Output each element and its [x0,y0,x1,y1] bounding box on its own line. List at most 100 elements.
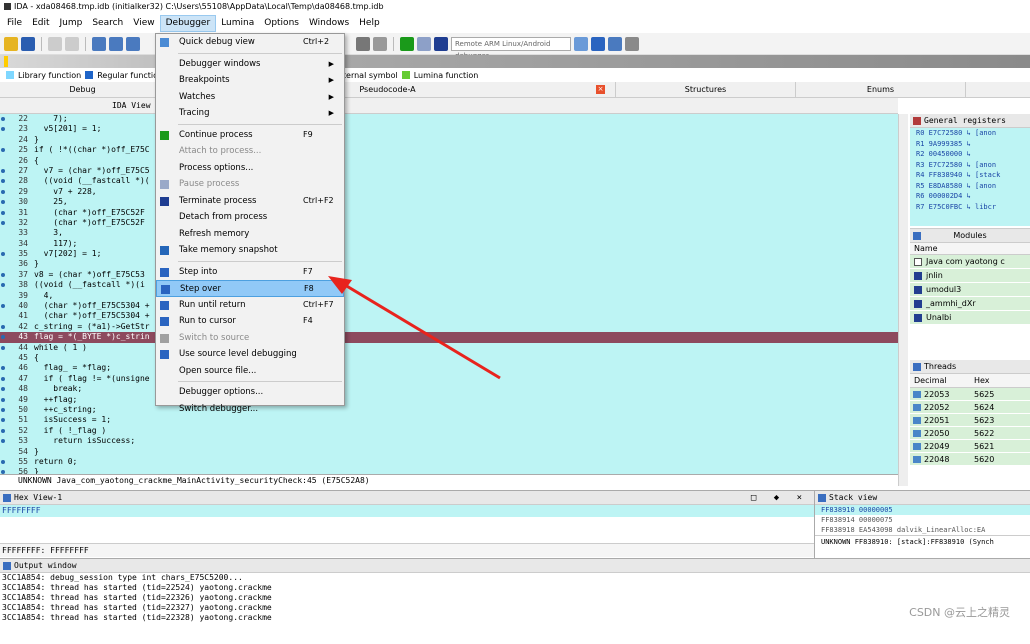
debugger-options-icon[interactable] [574,36,588,51]
code-line[interactable]: 30 25, [0,197,898,207]
bookmark-icon[interactable] [92,36,106,51]
code-line[interactable]: 42 c_string = (*a1)->GetStr [0,322,898,332]
stack-row[interactable]: FF838914 00000075 [815,515,1030,525]
menu-item-switch-debugger[interactable]: Switch debugger... [156,401,344,418]
menu-file[interactable]: File [2,15,27,32]
tab-structures[interactable]: Structures [616,82,796,98]
open-icon[interactable] [4,36,18,51]
menu-item-use-source-level-debugging[interactable]: Use source level debugging [156,346,344,363]
thread-row[interactable]: 22051 5623 [910,414,1030,427]
code-line[interactable]: 39 4, [0,291,898,301]
code-line[interactable]: 53 return isSuccess; [0,436,898,446]
menu-item-detach-from-process[interactable]: Detach from process [156,209,344,226]
menu-item-step-over[interactable]: Step over F8 [156,280,344,297]
menu-debugger[interactable]: Debugger [159,15,217,32]
data-icon[interactable] [126,36,140,51]
save-icon[interactable] [21,36,35,51]
register-row[interactable]: R0 E7C72580 ↳ [anon [910,128,1030,139]
code-line[interactable]: 22 7); [0,114,898,124]
code-icon[interactable] [356,36,370,51]
module-row[interactable]: umodul3 [910,283,1030,297]
module-row[interactable]: Java com yaotong c [910,255,1030,269]
menu-item-open-source-file[interactable]: Open source file... [156,363,344,380]
plugin-icon[interactable] [625,36,639,51]
menu-item-run-to-cursor[interactable]: Run to cursor F4 [156,313,344,330]
menu-options[interactable]: Options [259,15,304,32]
vertical-scrollbar[interactable] [898,114,908,486]
tab-enums[interactable]: Enums [796,82,966,98]
register-row[interactable]: R5 E8DA8580 ↳ [anon [910,181,1030,192]
graph-icon[interactable] [591,36,605,51]
register-row[interactable]: R2 00450000 ↳ [910,149,1030,160]
menu-item-process-options[interactable]: Process options... [156,160,344,177]
menu-item-switch-to-source[interactable]: Switch to source [156,330,344,347]
menu-item-run-until-return[interactable]: Run until return Ctrl+F7 [156,297,344,314]
code-line[interactable]: 28 ((void (__fastcall *)( nk_E75C64F4)( [0,176,898,186]
code-line[interactable]: 34 117); [0,239,898,249]
hex-row[interactable] [0,529,814,541]
module-row[interactable]: jnlin [910,269,1030,283]
code-line[interactable]: 26 { [0,156,898,166]
hex-icon[interactable] [109,36,123,51]
code-line[interactable]: 44 while ( 1 ) [0,343,898,353]
menu-item-refresh-memory[interactable]: Refresh memory [156,226,344,243]
hex-row[interactable]: FFFFFFFF [0,505,814,517]
menu-item-continue-process[interactable]: Continue process F9 [156,127,344,144]
code-line[interactable]: 38 ((void (__fastcall *)(i [0,280,898,290]
module-row[interactable]: _ammhi_dXr [910,297,1030,311]
register-row[interactable]: R6 000002D4 ↳ [910,191,1030,202]
code-line[interactable]: 33 3, [0,228,898,238]
thread-row[interactable]: 22049 5621 [910,440,1030,453]
code-line[interactable]: 29 v7 + 228, [0,187,898,197]
menu-lumina[interactable]: Lumina [216,15,259,32]
menu-view[interactable]: View [128,15,159,32]
menu-item-debugger-windows[interactable]: Debugger windows ▶ [156,56,344,73]
stop-toolbar-icon[interactable] [434,36,448,51]
code-line[interactable]: 24} [0,135,898,145]
thread-row[interactable]: 22052 5624 [910,401,1030,414]
xref-icon[interactable] [608,36,622,51]
register-row[interactable]: R7 E75C0FBC ↳ libcr [910,202,1030,213]
module-row[interactable]: Unalbi [910,311,1030,325]
menu-item-step-into[interactable]: Step into F7 [156,264,344,281]
code-line[interactable]: 48 break; [0,384,898,394]
thread-row[interactable]: 22048 5620 [910,453,1030,466]
code-line[interactable]: 50 ++c_string; [0,405,898,415]
tab-ida-view[interactable]: IDA View [0,98,160,113]
code-line[interactable]: 54} [0,447,898,457]
menu-item-quick-debug-view[interactable]: Quick debug view Ctrl+2 [156,34,344,51]
menu-item-debugger-options[interactable]: Debugger options... [156,384,344,401]
panel-window-buttons[interactable]: □ ◆ × [751,491,808,505]
code-line[interactable]: 27 v7 = (char *)off_E75C5 [0,166,898,176]
pseudocode-view[interactable]: IDA View 22 7); 23 v5[201] = 1; 24} 25 if ( … [0,98,898,478]
forward-icon[interactable] [65,36,79,51]
menu-item-take-memory-snapshot[interactable]: Take memory snapshot [156,242,344,259]
code-line[interactable]: 51 isSuccess = 1; [0,415,898,425]
code-line[interactable]: 41 (char *)off_E75C5304 + [0,311,898,321]
menu-item-breakpoints[interactable]: Breakpoints ▶ [156,72,344,89]
thread-row[interactable]: 22050 5622 [910,427,1030,440]
stack-row[interactable]: FF838910 00000005 [815,505,1030,515]
register-row[interactable]: R1 9A999385 ↳ [910,139,1030,150]
back-icon[interactable] [48,36,62,51]
code-line[interactable]: 45 { [0,353,898,363]
code-line[interactable]: 23 v5[201] = 1; [0,124,898,134]
code-line[interactable]: 25 if ( !*((char *)off_E75C [0,145,898,155]
stack-row[interactable]: FF838918 EA543098 dalvik_LinearAlloc:EA [815,525,1030,535]
code-line[interactable]: 31 (char *)off_E75C52F [0,208,898,218]
code-line[interactable]: 49 ++flag; [0,395,898,405]
menu-item-tracing[interactable]: Tracing ▶ [156,105,344,122]
code-line[interactable]: 37 v8 = (char *)off_E75C53 [0,270,898,280]
menu-item-attach-to-process[interactable]: Attach to process... [156,143,344,160]
code-line[interactable]: 46 flag_ = *flag; [0,363,898,373]
delete-icon[interactable] [373,36,387,51]
register-row[interactable]: R4 FF838940 ↳ [stack [910,170,1030,181]
thread-row[interactable]: 22053 5625 [910,388,1030,401]
register-row[interactable]: R3 E7C72580 ↳ [anon [910,160,1030,171]
code-line[interactable]: 52 if ( !_flag ) [0,426,898,436]
menu-windows[interactable]: Windows [304,15,354,32]
code-line[interactable]: 55 return 0; [0,457,898,467]
menu-item-pause-process[interactable]: Pause process [156,176,344,193]
menu-search[interactable]: Search [87,15,128,32]
menu-item-terminate-process[interactable]: Terminate process Ctrl+F2 [156,193,344,210]
